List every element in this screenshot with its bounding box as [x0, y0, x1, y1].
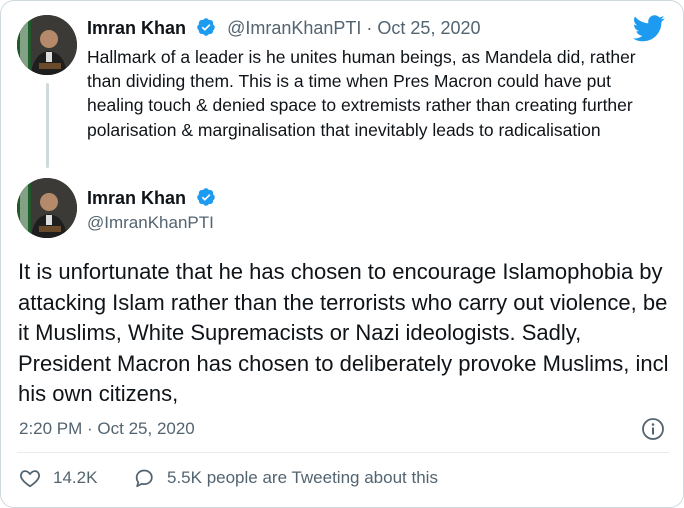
- heart-icon: [20, 470, 40, 488]
- divider: [17, 452, 669, 453]
- quoted-author-handle[interactable]: @ImranKhanPTI: [227, 18, 361, 38]
- verified-badge-icon: [196, 187, 216, 212]
- speech-bubble-icon: [135, 469, 153, 488]
- quoted-author-avatar[interactable]: [17, 15, 77, 75]
- conversation-link[interactable]: 5.5K people are Tweeting about this: [133, 467, 438, 489]
- like-button[interactable]: 14.2K: [19, 467, 97, 489]
- separator-dot: ·: [366, 18, 373, 38]
- twitter-bird-icon[interactable]: [632, 15, 665, 47]
- main-author-name[interactable]: Imran Khan: [87, 188, 186, 208]
- quoted-author-name[interactable]: Imran Khan: [87, 18, 186, 38]
- main-author-handle[interactable]: @ImranKhanPTI: [87, 213, 214, 233]
- conversation-text: 5.5K people are Tweeting about this: [167, 468, 438, 487]
- thread-connector-line: [46, 83, 49, 168]
- tweet-embed-card: Imran Khan @ImranKhanPTI · Oct 25, 2020 …: [0, 0, 684, 508]
- quoted-tweet-header: Imran Khan @ImranKhanPTI · Oct 25, 2020: [87, 17, 481, 42]
- main-tweet-text: It is unfortunate that he has chosen to …: [18, 259, 669, 406]
- main-author-name-row: Imran Khan: [87, 187, 216, 212]
- quoted-tweet-text: Hallmark of a leader is he unites human …: [87, 47, 636, 140]
- main-author-avatar[interactable]: [17, 178, 77, 238]
- info-icon[interactable]: [641, 417, 665, 446]
- quoted-tweet-date[interactable]: Oct 25, 2020: [377, 18, 480, 38]
- verified-badge-icon: [196, 17, 216, 42]
- like-count: 14.2K: [53, 468, 98, 487]
- tweet-timestamp[interactable]: 2:20 PM · Oct 25, 2020: [19, 419, 195, 439]
